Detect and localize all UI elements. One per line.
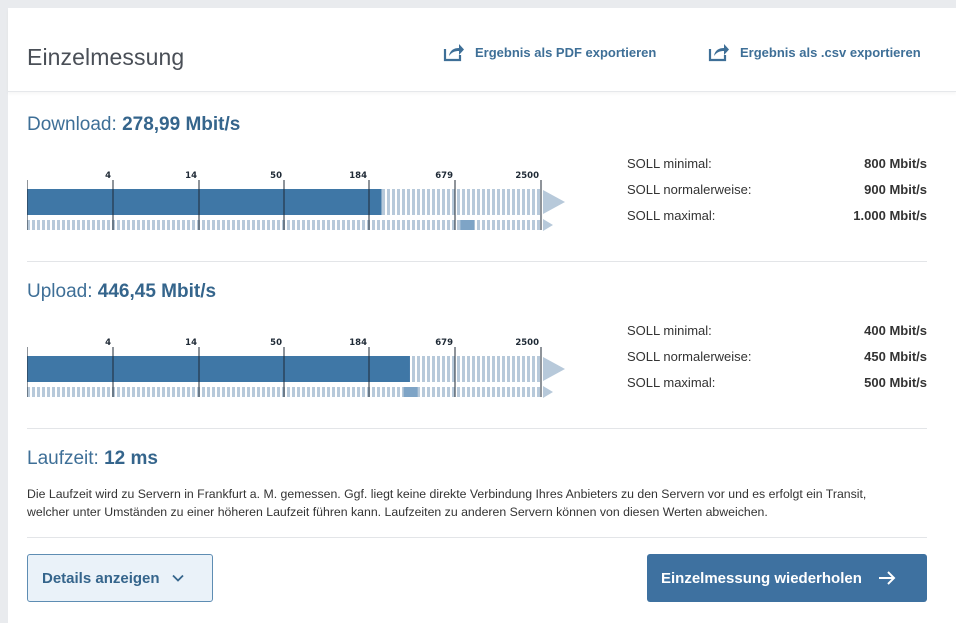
lower-track-arrow [543,386,553,398]
scale-tick-label: 184 [349,171,367,181]
upload-gauge: 4 14 50 184 679 2500 [27,335,567,405]
soll-value: 450 Mbit/s [864,349,927,364]
export-icon [708,44,729,62]
divider [27,537,927,538]
soll-value: 900 Mbit/s [864,182,927,197]
details-button-label: Details anzeigen [42,569,160,587]
scale-tick-label: 14 [185,171,197,181]
download-gauge: 4 14 50 184 679 2500 [27,168,567,238]
soll-label: SOLL minimal: [627,323,712,338]
scale-tick-label: 4 [105,171,111,181]
export-pdf-label: Ergebnis als PDF exportieren [475,44,657,60]
repeat-measurement-button[interactable]: Einzelmessung wiederholen [647,554,927,602]
soll-label: SOLL normalerweise: [627,349,752,364]
chevron-down-icon [171,574,184,582]
soll-label: SOLL maximal: [627,375,716,390]
export-csv-label: Ergebnis als .csv exportieren [740,44,921,60]
upload-title: Upload: 446,45 Mbit/s [27,281,216,303]
upload-soll-list: SOLL minimal: 400 Mbit/s SOLL normalerwe… [627,321,927,399]
scale-tick-label: 184 [349,338,367,348]
scale-tick-label: 14 [185,338,197,348]
latency-description: Die Laufzeit wird zu Servern in Frankfur… [27,487,867,519]
details-button[interactable]: Details anzeigen [27,554,213,602]
soll-label: SOLL normalerweise: [627,182,752,197]
repeat-button-label: Einzelmessung wiederholen [661,569,862,587]
speed-bar [27,356,410,382]
measurement-card: Einzelmessung Ergebnis als PDF exportier… [8,8,956,623]
soll-row-min: SOLL minimal: 400 Mbit/s [627,321,927,347]
soll-value: 1.000 Mbit/s [853,208,927,223]
export-csv-link[interactable]: Ergebnis als .csv exportieren [708,41,921,63]
soll-value: 800 Mbit/s [864,156,927,171]
export-icon [443,44,464,62]
export-pdf-link[interactable]: Ergebnis als PDF exportieren [443,41,656,63]
latency-value: 12 ms [104,448,158,469]
latency-title: Laufzeit: 12 ms [27,448,158,470]
upload-gauge-svg: 4 14 50 184 679 2500 [27,338,565,398]
soll-row-max: SOLL maximal: 500 Mbit/s [627,373,927,399]
soll-label: SOLL minimal: [627,156,712,171]
arrow-right-icon [878,571,896,585]
download-gauge-svg: 4 14 50 184 679 2500 [27,171,565,231]
upper-track-arrow [543,190,565,214]
lower-marker [403,387,418,397]
scale-tick-label: 679 [435,338,453,348]
lower-track-arrow [543,219,553,231]
page-header: Einzelmessung Ergebnis als PDF exportier… [8,8,956,92]
soll-row-min: SOLL minimal: 800 Mbit/s [627,154,927,180]
scale-tick-label: 2500 [515,171,539,181]
soll-row-max: SOLL maximal: 1.000 Mbit/s [627,206,927,232]
page-title: Einzelmessung [27,44,185,70]
lower-marker [460,220,475,230]
soll-value: 400 Mbit/s [864,323,927,338]
upload-label: Upload: [27,281,93,302]
scale-tick-label: 50 [270,171,282,181]
scale-tick-label: 50 [270,338,282,348]
upload-value: 446,45 Mbit/s [97,281,217,302]
divider [27,428,927,429]
download-title: Download: 278,99 Mbit/s [27,114,240,136]
scale-tick-label: 4 [105,338,111,348]
soll-label: SOLL maximal: [627,208,716,223]
divider [27,261,927,262]
scale-tick-label: 2500 [515,338,539,348]
download-label: Download: [27,114,117,135]
soll-row-normal: SOLL normalerweise: 900 Mbit/s [627,180,927,206]
download-soll-list: SOLL minimal: 800 Mbit/s SOLL normalerwe… [627,154,927,232]
soll-row-normal: SOLL normalerweise: 450 Mbit/s [627,347,927,373]
latency-label: Laufzeit: [27,448,99,469]
soll-value: 500 Mbit/s [864,375,927,390]
speed-bar [27,189,382,215]
upper-track-arrow [543,357,565,381]
download-value: 278,99 Mbit/s [122,114,241,135]
scale-tick-label: 679 [435,171,453,181]
